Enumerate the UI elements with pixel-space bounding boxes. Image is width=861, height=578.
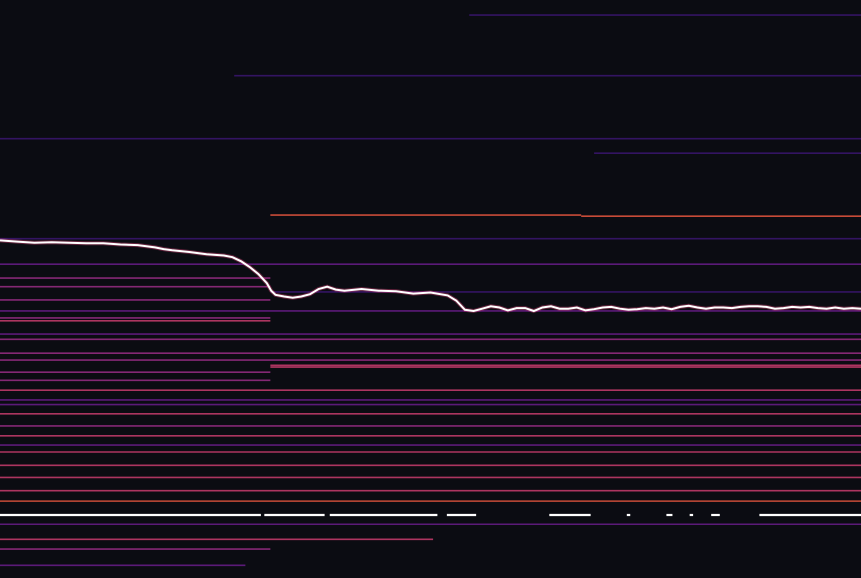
spectrogram-chart: [0, 0, 861, 578]
